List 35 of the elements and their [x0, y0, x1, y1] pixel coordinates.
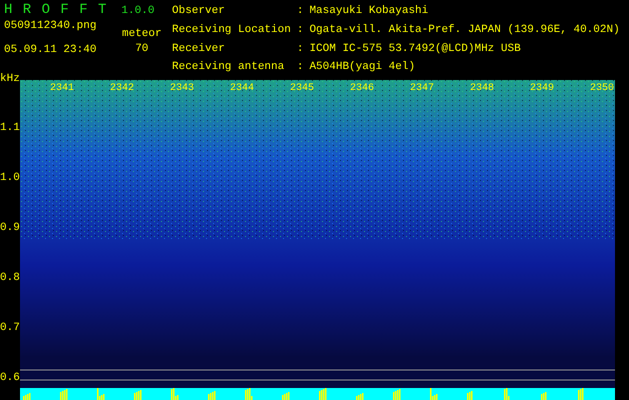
app-title: H R O F F T — [4, 3, 108, 17]
app-version: 1.0.0 — [121, 6, 154, 17]
time-label: 2348 — [470, 83, 494, 94]
axis-label: 0.7 — [0, 323, 20, 334]
separator: : — [296, 62, 304, 76]
time-label: 2350 — [590, 83, 614, 94]
date-time: 05.09.11 23:40 — [4, 45, 98, 56]
axis-label: 0.6 — [0, 373, 20, 384]
time-label: 2346 — [350, 83, 374, 94]
axis-label: 0.9 — [0, 223, 20, 234]
time-label: 2347 — [410, 83, 434, 94]
station-value: Masayuki Kobayashi — [309, 6, 430, 19]
axis-unit: kHz — [0, 74, 20, 85]
file-name: 0509112340.png — [4, 21, 98, 32]
time-label: 2341 — [50, 83, 74, 94]
time-label: 2343 — [170, 83, 194, 94]
station-label: Receiving Location — [172, 24, 291, 38]
station-value: Ogata-vill. Akita-Pref. JAPAN (139.96E, 40.02N) — [309, 24, 620, 38]
time-label: 2344 — [230, 83, 254, 94]
time-label: 2345 — [290, 83, 314, 94]
meteor-label: meteor — [122, 29, 162, 40]
time-label: 2342 — [110, 83, 134, 94]
station-label: Receiving antenna — [172, 62, 286, 76]
axis-label: 1.1 — [0, 123, 20, 134]
separator: : — [296, 6, 304, 19]
station-label: Observer — [172, 6, 226, 19]
station-label: Receiver — [172, 44, 226, 56]
separator: : — [296, 24, 304, 38]
axis-label: 1.0 — [0, 173, 20, 184]
station-value: ICOM IC-575 53.7492(@LCD)MHz USB — [309, 44, 522, 56]
station-value: A504HB(yagi 4el) — [309, 62, 416, 76]
meteor-count: 70 — [135, 44, 148, 55]
axis-label: 0.8 — [0, 273, 20, 284]
separator: : — [296, 44, 304, 56]
time-label: 2349 — [530, 83, 554, 94]
